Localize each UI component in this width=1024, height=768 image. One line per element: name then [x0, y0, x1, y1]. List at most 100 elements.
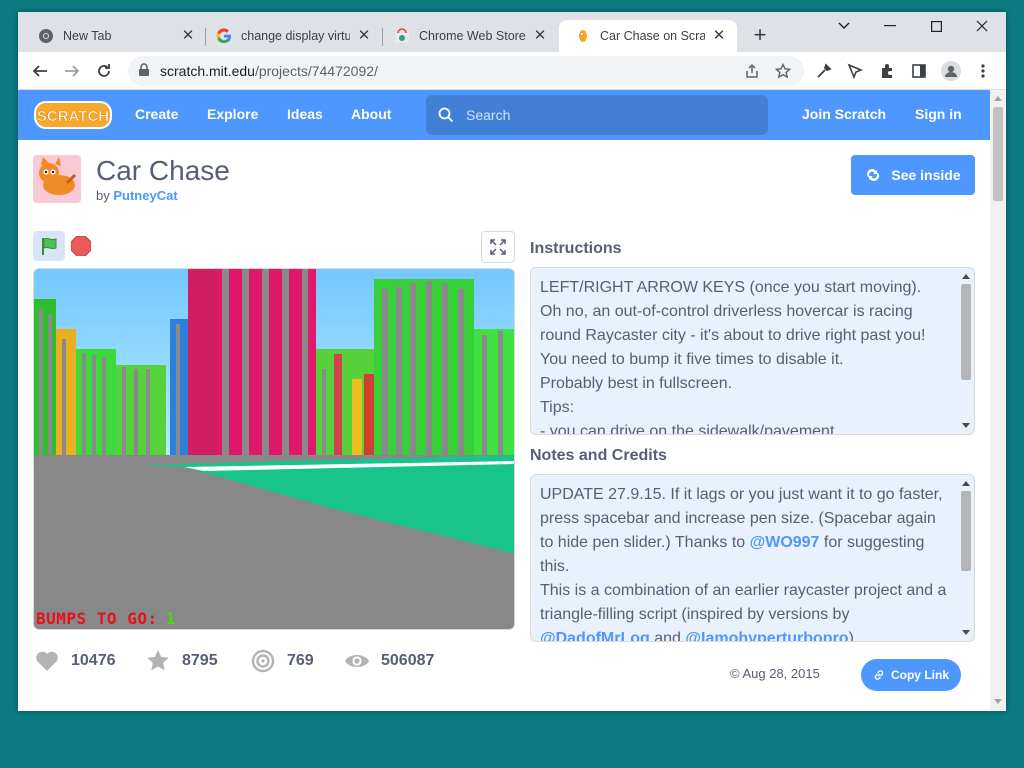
heart-icon: [34, 648, 60, 674]
share-icon[interactable]: [742, 61, 762, 81]
notes-box[interactable]: UPDATE 27.9.15. If it lags or you just w…: [530, 474, 975, 642]
stop-icon: [70, 235, 92, 257]
eyedropper-icon[interactable]: [812, 59, 836, 83]
tab-new-tab[interactable]: New Tab ✕: [22, 20, 206, 52]
reload-icon: [98, 64, 110, 77]
nav-create[interactable]: Create: [135, 106, 179, 122]
nav-ideas[interactable]: Ideas: [287, 106, 323, 122]
star-icon: [145, 648, 171, 674]
loves-count: 10476: [71, 652, 116, 669]
remixes-count: 769: [287, 652, 314, 669]
copy-link-button[interactable]: Copy Link: [861, 659, 961, 691]
project-author-avatar[interactable]: [33, 155, 81, 203]
sidepanel-icon[interactable]: [907, 59, 931, 83]
maximize-icon: [930, 20, 942, 32]
tab-car-chase[interactable]: Car Chase on Scratch ✕: [559, 20, 737, 52]
fullscreen-button[interactable]: [481, 231, 515, 263]
svg-text:SCRATCH: SCRATCH: [37, 108, 109, 125]
see-inside-button[interactable]: See inside: [851, 155, 975, 195]
loves-stat[interactable]: 10476: [34, 648, 116, 674]
lock-icon: [138, 63, 150, 82]
minimize-button[interactable]: [867, 12, 913, 40]
webstore-icon: [394, 28, 410, 44]
tab-google-search[interactable]: change display virtua ✕: [200, 20, 382, 52]
tab-search-button[interactable]: [821, 12, 867, 40]
instructions-heading: Instructions: [530, 240, 622, 257]
puzzle-icon[interactable]: [875, 59, 899, 83]
search-placeholder: Search: [466, 107, 511, 123]
back-button[interactable]: [28, 59, 52, 83]
views-count: 506087: [381, 652, 435, 669]
nav-explore[interactable]: Explore: [207, 106, 258, 122]
project-title: Car Chase: [96, 155, 230, 186]
forward-button[interactable]: [60, 59, 84, 83]
arrow-right-icon: [65, 65, 80, 77]
notes-line: @DadofMrLog and @Iamohyperturbopro): [540, 627, 954, 641]
join-scratch-link[interactable]: Join Scratch: [802, 106, 886, 122]
close-icon[interactable]: ✕: [356, 28, 372, 44]
mention-link[interactable]: @DadofMrLog: [540, 630, 650, 641]
browser-window: New Tab ✕ change display virtua ✕ Chrome…: [18, 12, 1006, 711]
notes-line: This is a combination of an earlier rayc…: [540, 582, 947, 599]
maximize-button[interactable]: [913, 12, 959, 40]
bumps-counter: BUMPS TO GO: 1: [36, 609, 176, 628]
instructions-box[interactable]: LEFT/RIGHT ARROW KEYS (once you start mo…: [530, 267, 975, 435]
notes-line: UPDATE 27.9.15. If it lags or you just w…: [540, 486, 943, 503]
scratch-cat-icon: [575, 28, 591, 44]
instruction-line: Oh no, an out-of-control driverless hove…: [540, 303, 913, 320]
google-icon: [216, 28, 232, 44]
close-icon[interactable]: ✕: [711, 28, 727, 44]
green-flag-icon: [42, 237, 57, 255]
notes-line: triangle-filling script (inspired by ver…: [540, 606, 850, 623]
browser-toolbar: scratch.mit.edu/projects/74472092/: [18, 52, 1006, 90]
scratch-logo[interactable]: SCRATCH: [34, 99, 112, 131]
page-scroll-thumb[interactable]: [993, 107, 1003, 201]
instruction-line: LEFT/RIGHT ARROW KEYS (once you start mo…: [540, 279, 922, 296]
instructions-text: LEFT/RIGHT ARROW KEYS (once you start mo…: [540, 276, 954, 434]
project-stage[interactable]: BUMPS TO GO: 1: [33, 268, 515, 630]
tab-chrome-web-store[interactable]: Chrome Web Store - ✕: [378, 20, 558, 52]
eye-icon: [344, 648, 370, 674]
instruction-line: round Raycaster city - it's about to dri…: [540, 327, 926, 344]
tab-title: New Tab: [63, 29, 112, 43]
search-input[interactable]: Search: [426, 95, 768, 135]
remix-arrows-icon: [867, 169, 880, 181]
stop-button[interactable]: [70, 235, 92, 257]
see-inside-label: See inside: [891, 167, 961, 183]
scratch-page: SCRATCH Create Explore Ideas About Searc…: [18, 90, 990, 711]
close-icon[interactable]: ✕: [180, 28, 196, 44]
nav-about[interactable]: About: [351, 106, 391, 122]
scratch-navbar: SCRATCH Create Explore Ideas About Searc…: [18, 90, 990, 140]
kebab-icon[interactable]: [971, 59, 995, 83]
close-icon[interactable]: ✕: [532, 28, 548, 44]
new-tab-button[interactable]: +: [748, 24, 772, 48]
share-date: © Aug 28, 2015: [730, 666, 820, 681]
address-bar[interactable]: scratch.mit.edu/projects/74472092/: [128, 56, 804, 86]
notes-scrollbar[interactable]: [958, 475, 974, 641]
minimize-icon: [884, 25, 896, 27]
mention-link[interactable]: @WO997: [750, 534, 820, 551]
green-flag-button[interactable]: [33, 231, 65, 261]
tab-strip: New Tab ✕ change display virtua ✕ Chrome…: [18, 12, 1006, 52]
tab-title: Car Chase on Scratch: [600, 29, 705, 43]
author-link[interactable]: PutneyCat: [113, 188, 177, 203]
reload-button[interactable]: [92, 59, 116, 83]
notes-line: press spacebar and increase pen size. (S…: [540, 510, 936, 527]
instruction-line: Tips:: [540, 399, 575, 416]
instruction-line: You need to bump it five times to disabl…: [540, 351, 844, 368]
favorites-stat[interactable]: 8795: [145, 648, 218, 674]
sign-in-link[interactable]: Sign in: [915, 106, 962, 122]
mention-link[interactable]: @Iamohyperturbopro: [685, 630, 848, 641]
star-icon[interactable]: [773, 61, 793, 81]
page-scrollbar[interactable]: [990, 90, 1006, 711]
instructions-scrollbar[interactable]: [958, 268, 974, 434]
instruction-line: Probably best in fullscreen.: [540, 375, 733, 392]
raycaster-scene: [34, 269, 514, 629]
cursor-icon[interactable]: [843, 59, 867, 83]
project-byline: by PutneyCat: [96, 188, 178, 203]
copy-link-label: Copy Link: [890, 668, 949, 682]
close-window-button[interactable]: [959, 12, 1005, 40]
chevron-down-icon: [838, 22, 850, 29]
chrome-icon: [38, 28, 54, 44]
profile-icon[interactable]: [939, 59, 963, 83]
